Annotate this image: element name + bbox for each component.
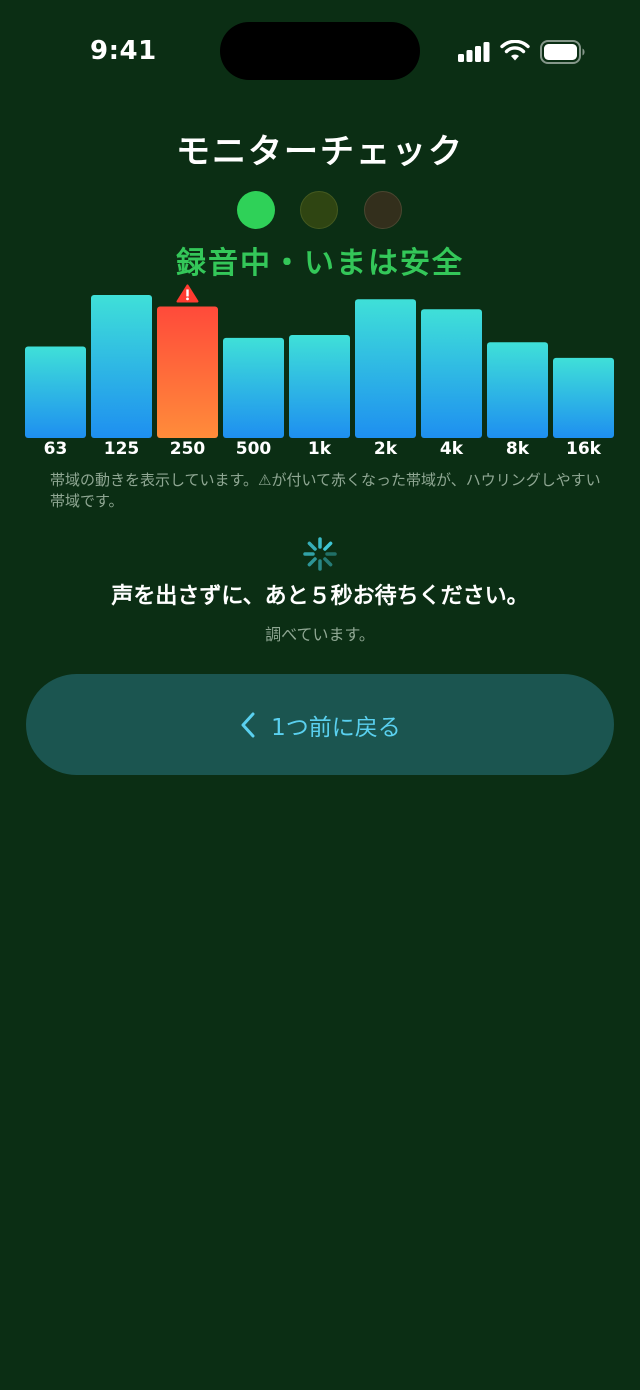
band-bar [487,342,548,438]
wifi-icon [500,40,530,61]
back-button-label: 1つ前に戻る [271,714,401,741]
band-label: 4k [440,439,464,459]
band-label: 2k [374,439,398,459]
status-time: 9:41 [90,36,157,66]
step-dot-3 [364,191,402,229]
step-indicator [0,191,640,231]
back-button[interactable]: 1つ前に戻る [26,674,614,775]
step-dot-2 [300,191,338,229]
band-bar [223,337,284,438]
page-title: モニターチェック [176,132,464,172]
band-label: 500 [236,439,272,459]
recording-status-label: 録音中・いまは安全 [176,246,464,281]
chevron-left-icon [241,712,255,737]
wait-subtext: 調べています。 [265,625,375,644]
band-label: 8k [506,439,530,459]
band-bar [421,309,482,438]
wait-message: 声を出さずに、あと５秒お待ちください。 [111,584,529,609]
band-label: 63 [44,439,68,459]
step-dot-1 [237,191,275,229]
band-label: 16k [566,439,602,459]
band-bar-warning [157,306,218,438]
frequency-band-chart: 63 125 250 500 1k 2k 4k 8k 16k [25,284,614,459]
band-label: 125 [104,439,140,459]
band-label: 1k [308,439,332,459]
band-bar [91,295,152,438]
band-bar [553,357,614,438]
band-bar [355,299,416,438]
band-bar [289,335,350,438]
chart-caption: 帯域の動きを表示しています。⚠が付いて赤くなった帯域が、ハウリングしやすい帯域で… [50,471,601,510]
battery-icon [540,40,585,64]
cellular-signal-icon [458,42,490,62]
warning-triangle-icon [176,284,199,303]
band-bar [25,346,86,438]
dynamic-island [220,22,420,80]
band-label: 250 [170,439,206,459]
loading-spinner-icon [303,537,337,571]
status-bar: 9:41 [0,0,640,100]
